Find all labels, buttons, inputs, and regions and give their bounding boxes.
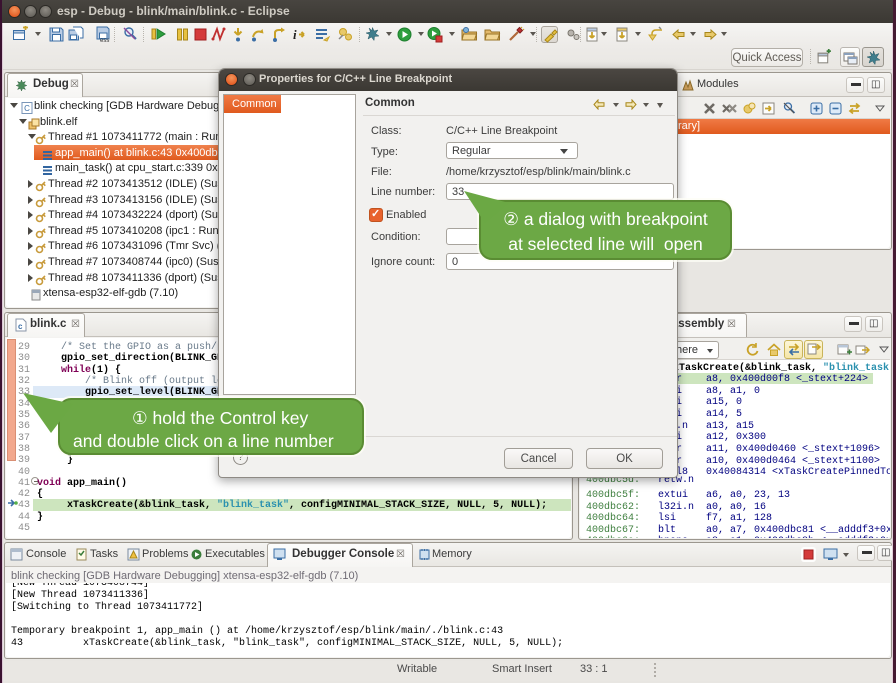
svg-text:ess: ess [100, 38, 109, 43]
svg-text:C: C [24, 104, 30, 113]
svg-text:i: i [293, 27, 297, 42]
svg-text:c: c [18, 322, 23, 331]
